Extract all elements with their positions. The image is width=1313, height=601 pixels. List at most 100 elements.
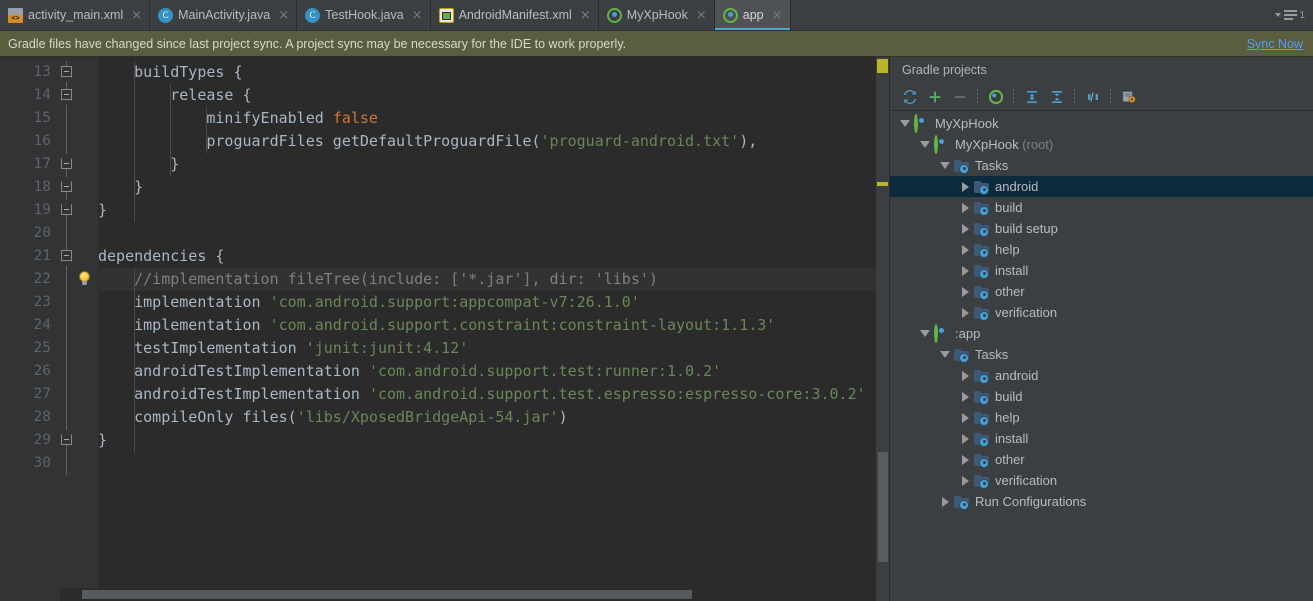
editor-icon-strip[interactable] (74, 57, 98, 601)
expand-all-icon[interactable] (1019, 85, 1044, 109)
chevron-right-icon[interactable] (936, 496, 954, 507)
tree-node-build[interactable]: build (890, 386, 1313, 407)
fold-toggle-icon[interactable] (61, 434, 72, 445)
code-line[interactable]: } (98, 199, 889, 222)
editor-horizontal-scrollbar[interactable] (60, 588, 876, 601)
collapse-all-icon[interactable] (1044, 85, 1069, 109)
fold-toggle-icon[interactable] (61, 66, 72, 77)
code-line[interactable]: //implementation fileTree(include: ['*.j… (98, 268, 889, 291)
chevron-right-icon[interactable] (956, 433, 974, 444)
editor-tab-testhook-java[interactable]: C TestHook.java × (297, 0, 431, 30)
editor-marker-strip[interactable] (876, 57, 889, 601)
tree-node-help[interactable]: help (890, 407, 1313, 428)
warning-marker-top[interactable] (877, 59, 888, 73)
fold-row[interactable] (60, 222, 74, 245)
code-line[interactable]: buildTypes { (98, 61, 889, 84)
chevron-down-icon[interactable] (916, 330, 934, 337)
tree-node-tasks[interactable]: Tasks (890, 155, 1313, 176)
execute-gradle-task-icon[interactable] (983, 85, 1008, 109)
tab-close-icon[interactable]: × (278, 9, 289, 22)
fold-row[interactable] (60, 406, 74, 429)
code-line[interactable]: } (98, 176, 889, 199)
chevron-right-icon[interactable] (956, 244, 974, 255)
code-line[interactable]: } (98, 153, 889, 176)
tree-node-tasks[interactable]: Tasks (890, 344, 1313, 365)
tree-node-myxphook[interactable]: MyXpHook (root) (890, 134, 1313, 155)
fold-row[interactable] (60, 107, 74, 130)
code-line[interactable]: minifyEnabled false (98, 107, 889, 130)
chevron-right-icon[interactable] (956, 202, 974, 213)
fold-row[interactable] (60, 429, 74, 452)
editor-vertical-scroll-thumb[interactable] (878, 452, 888, 562)
code-line[interactable]: implementation 'com.android.support.cons… (98, 314, 889, 337)
editor-tab-myxphook[interactable]: MyXpHook × (599, 0, 715, 30)
chevron-right-icon[interactable] (956, 223, 974, 234)
fold-row[interactable] (60, 84, 74, 107)
chevron-down-icon[interactable] (916, 141, 934, 148)
fold-row[interactable] (60, 268, 74, 291)
fold-row[interactable] (60, 130, 74, 153)
tree-node-install[interactable]: install (890, 260, 1313, 281)
chevron-right-icon[interactable] (956, 370, 974, 381)
code-editor[interactable]: 13 14 15 16 17 18 19 20 21 22 23 24 25 26 27 28 29 30 bui… (0, 57, 889, 601)
fold-toggle-icon[interactable] (61, 181, 72, 192)
warning-marker-line18[interactable] (877, 182, 888, 186)
tree-node--app[interactable]: :app (890, 323, 1313, 344)
code-line[interactable]: } (98, 429, 889, 452)
chevron-right-icon[interactable] (956, 307, 974, 318)
fold-toggle-icon[interactable] (61, 204, 72, 215)
chevron-right-icon[interactable] (956, 265, 974, 276)
tree-node-android[interactable]: android (890, 365, 1313, 386)
editor-tab-mainactivity-java[interactable]: C MainActivity.java × (150, 0, 298, 30)
fold-row[interactable] (60, 383, 74, 406)
editor-tab-app[interactable]: app × (714, 0, 791, 30)
fold-row[interactable] (60, 176, 74, 199)
tab-close-icon[interactable]: × (580, 9, 591, 22)
chevron-right-icon[interactable] (956, 412, 974, 423)
code-line[interactable]: androidTestImplementation 'com.android.s… (98, 383, 889, 406)
code-line[interactable]: proguardFiles getDefaultProguardFile('pr… (98, 130, 889, 153)
attach-gradle-project-icon[interactable] (922, 85, 947, 109)
chevron-right-icon[interactable] (956, 454, 974, 465)
code-line[interactable]: implementation 'com.android.support:appc… (98, 291, 889, 314)
fold-toggle-icon[interactable] (61, 89, 72, 100)
tree-node-build[interactable]: build (890, 197, 1313, 218)
code-content[interactable]: buildTypes { release { minifyEnabled fal… (98, 57, 889, 601)
tree-node-build-setup[interactable]: build setup (890, 218, 1313, 239)
editor-horizontal-scroll-thumb[interactable] (82, 590, 692, 599)
intention-bulb-icon[interactable] (79, 271, 90, 286)
refresh-all-gradle-projects-icon[interactable] (897, 85, 922, 109)
tab-close-icon[interactable]: × (772, 9, 783, 22)
fold-row[interactable] (60, 245, 74, 268)
chevron-down-icon[interactable] (936, 162, 954, 169)
chevron-right-icon[interactable] (956, 391, 974, 402)
code-line[interactable]: compileOnly files('libs/XposedBridgeApi-… (98, 406, 889, 429)
sync-now-link[interactable]: Sync Now (1247, 37, 1303, 51)
gradle-settings-icon[interactable] (1116, 85, 1141, 109)
tree-node-other[interactable]: other (890, 281, 1313, 302)
tab-close-icon[interactable]: × (696, 9, 707, 22)
tree-node-help[interactable]: help (890, 239, 1313, 260)
chevron-down-icon[interactable] (936, 351, 954, 358)
chevron-down-icon[interactable] (896, 120, 914, 127)
code-line[interactable]: release { (98, 84, 889, 107)
tree-node-myxphook[interactable]: MyXpHook (890, 113, 1313, 134)
code-line[interactable]: androidTestImplementation 'com.android.s… (98, 360, 889, 383)
tab-close-icon[interactable]: × (412, 9, 423, 22)
editor-tab-androidmanifest-xml[interactable]: AndroidManifest.xml × (431, 0, 599, 30)
fold-row[interactable] (60, 61, 74, 84)
tree-node-run-configurations[interactable]: Run Configurations (890, 491, 1313, 512)
fold-row[interactable] (60, 452, 74, 475)
chevron-right-icon[interactable] (956, 286, 974, 297)
chevron-right-icon[interactable] (956, 181, 974, 192)
fold-row[interactable] (60, 337, 74, 360)
fold-toggle-icon[interactable] (61, 250, 72, 261)
fold-toggle-icon[interactable] (61, 158, 72, 169)
code-line[interactable] (98, 222, 889, 245)
code-line[interactable]: testImplementation 'junit:junit:4.12' (98, 337, 889, 360)
fold-row[interactable] (60, 199, 74, 222)
chevron-right-icon[interactable] (956, 475, 974, 486)
gradle-project-tree[interactable]: MyXpHook MyXpHook (root) Tasks android build… (890, 111, 1313, 601)
tab-close-icon[interactable]: × (131, 9, 142, 22)
fold-row[interactable] (60, 360, 74, 383)
